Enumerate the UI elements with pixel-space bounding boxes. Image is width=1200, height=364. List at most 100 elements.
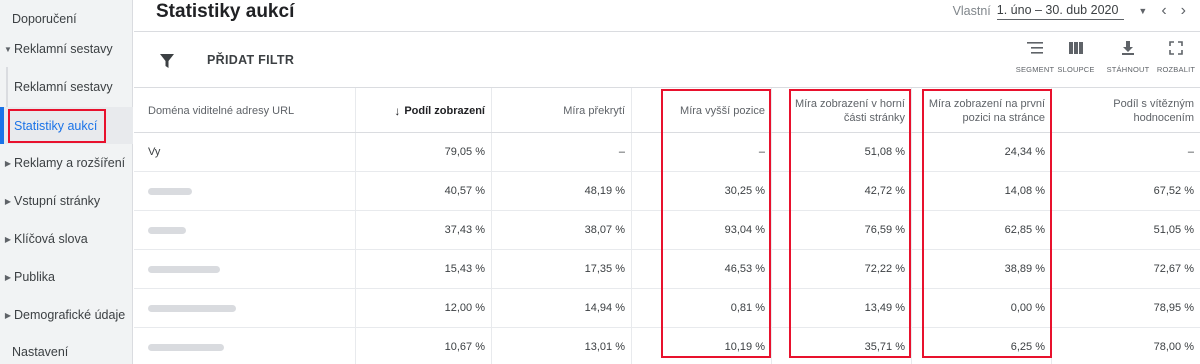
columns-button[interactable]: SLOUPCE [1051, 41, 1101, 74]
date-preset-label: Vlastní [952, 4, 991, 18]
page-header: Statistiky aukcí Vlastní 1. úno – 30. du… [134, 0, 1200, 32]
sidebar-item-demographics[interactable]: ▶ Demografické údaje [0, 296, 133, 334]
sidebar-item-label: Nastavení [12, 345, 69, 359]
expand-label: ROZBALIT [1156, 65, 1196, 74]
sidebar-item-landing-pages[interactable]: ▶ Vstupní stránky [0, 182, 133, 220]
blurred-domain [148, 304, 236, 312]
impression-share-cell: 37,43 % [444, 224, 485, 236]
sidebar-item-label: Publika [14, 270, 55, 284]
abs-top-rate-cell: 38,89 % [1004, 263, 1045, 275]
abs-top-rate-cell: 0,00 % [1010, 302, 1045, 314]
outranking-share-cell: 67,52 % [1153, 185, 1194, 197]
overlap-rate-cell: 14,94 % [584, 302, 625, 314]
position-above-rate-cell: 10,19 % [724, 341, 765, 353]
blurred-domain [148, 187, 192, 195]
sidebar-item-keywords[interactable]: ▶ Klíčová slova [0, 220, 133, 258]
table-toolbar: PŘIDAT FILTR SEGMENT SLOUPCE STÁHNOUT RO… [134, 33, 1200, 88]
domain-cell [134, 250, 355, 288]
top-of-page-rate-cell: 76,59 % [864, 224, 905, 236]
download-button[interactable]: STÁHNOUT [1103, 41, 1153, 74]
outranking-share-cell: – [1187, 146, 1194, 158]
position-above-rate-cell: 0,81 % [730, 302, 765, 314]
abs-top-rate-cell: 62,85 % [1004, 224, 1045, 236]
chevron-down-icon[interactable]: ▼ [1138, 6, 1147, 16]
download-label: STÁHNOUT [1106, 65, 1150, 74]
overlap-rate-cell: – [618, 146, 625, 158]
sidebar-item-label: Doporučení [12, 12, 77, 26]
expand-button[interactable]: ROZBALIT [1151, 41, 1200, 74]
columns-label: SLOUPCE [1057, 65, 1095, 74]
sidebar-item-label: Reklamní sestavy [14, 42, 113, 56]
blurred-domain [148, 226, 186, 234]
column-header-outranking-share[interactable]: Podíl s vítězným hodnocením [1051, 88, 1200, 133]
overlap-rate-cell: 17,35 % [584, 263, 625, 275]
chevron-left-icon[interactable]: ‹ [1161, 2, 1166, 20]
filter-icon[interactable] [160, 54, 174, 73]
sidebar-item-ads-extensions[interactable]: ▶ Reklamy a rozšíření [0, 144, 133, 182]
column-header-top-of-page-rate[interactable]: Míra zobrazení v horní části stránky [771, 88, 911, 133]
fullscreen-icon [1151, 41, 1200, 55]
expand-right-icon: ▶ [4, 158, 12, 168]
position-above-rate-cell: 30,25 % [724, 185, 765, 197]
table-row: 15,43 % 17,35 % 46,53 % 72,22 % 38,89 % … [134, 250, 1200, 289]
outranking-share-cell: 51,05 % [1153, 224, 1194, 236]
domain-cell: Vy [148, 146, 161, 158]
date-range-picker[interactable]: Vlastní 1. úno – 30. dub 2020 ▼ ‹ › [953, 2, 1186, 20]
column-header-position-above-rate[interactable]: Míra vyšší pozice [631, 88, 771, 133]
sidebar-item-audiences[interactable]: ▶ Publika [0, 258, 133, 296]
impression-share-cell: 79,05 % [444, 146, 485, 158]
sidebar-item-label: Reklamní sestavy [14, 80, 113, 94]
table-row: Vy 79,05 % – – 51,08 % 24,34 % – [134, 133, 1200, 172]
outranking-share-cell: 72,67 % [1153, 263, 1194, 275]
column-header-impression-share[interactable]: ↓ Podíl zobrazení [355, 88, 491, 133]
sidebar-item-label: Klíčová slova [14, 232, 88, 246]
outranking-share-cell: 78,95 % [1153, 302, 1194, 314]
impression-share-cell: 40,57 % [444, 185, 485, 197]
arrow-down-icon: ↓ [394, 103, 401, 118]
chevron-right-icon[interactable]: › [1181, 2, 1186, 20]
sidebar-item-label: Demografické údaje [14, 308, 126, 322]
abs-top-rate-cell: 24,34 % [1004, 146, 1045, 158]
expand-right-icon: ▶ [4, 272, 12, 282]
column-header-overlap-rate[interactable]: Míra překrytí [491, 88, 631, 133]
top-of-page-rate-cell: 13,49 % [864, 302, 905, 314]
sidebar-item-ad-groups-sub[interactable]: Reklamní sestavy [0, 68, 133, 106]
top-of-page-rate-cell: 72,22 % [864, 263, 905, 275]
domain-cell [134, 328, 355, 364]
date-range-value[interactable]: 1. úno – 30. dub 2020 [996, 3, 1125, 20]
expand-down-icon: ▼ [4, 44, 12, 54]
column-header-abs-top-rate[interactable]: Míra zobrazení na první pozici na stránc… [911, 88, 1051, 133]
expand-right-icon: ▶ [4, 234, 12, 244]
position-above-rate-cell: 93,04 % [724, 224, 765, 236]
impression-share-cell: 10,67 % [444, 341, 485, 353]
columns-icon [1051, 41, 1101, 55]
expand-right-icon: ▶ [4, 196, 12, 206]
top-of-page-rate-cell: 51,08 % [864, 146, 905, 158]
blurred-domain [148, 343, 224, 351]
expand-right-icon: ▶ [4, 310, 12, 320]
sidebar-item-label: Statistiky aukcí [14, 118, 98, 133]
table-header: Doména viditelné adresy URL ↓ Podíl zobra… [134, 88, 1200, 133]
download-icon [1103, 41, 1153, 55]
abs-top-rate-cell: 6,25 % [1010, 341, 1045, 353]
sidebar: Doporučení ▼ Reklamní sestavy Reklamní se… [0, 0, 133, 364]
domain-cell [134, 172, 355, 210]
page-title: Statistiky aukcí [156, 1, 295, 22]
top-of-page-rate-cell: 42,72 % [864, 185, 905, 197]
overlap-rate-cell: 13,01 % [584, 341, 625, 353]
sidebar-item-settings[interactable]: Nastavení [0, 333, 133, 364]
table-row: 37,43 % 38,07 % 93,04 % 76,59 % 62,85 % … [134, 211, 1200, 250]
impression-share-cell: 15,43 % [444, 263, 485, 275]
sidebar-item-ad-groups[interactable]: ▼ Reklamní sestavy [0, 30, 133, 68]
position-above-rate-cell: – [758, 146, 765, 158]
position-above-rate-cell: 46,53 % [724, 263, 765, 275]
table-row: 40,57 % 48,19 % 30,25 % 42,72 % 14,08 % … [134, 172, 1200, 211]
sidebar-item-auction-insights[interactable]: Statistiky aukcí [0, 107, 133, 144]
add-filter-button[interactable]: PŘIDAT FILTR [207, 53, 294, 67]
domain-cell [134, 211, 355, 249]
table-row: 10,67 % 13,01 % 10,19 % 35,71 % 6,25 % 7… [134, 328, 1200, 364]
column-header-domain[interactable]: Doména viditelné adresy URL [134, 88, 355, 133]
outranking-share-cell: 78,00 % [1153, 341, 1194, 353]
overlap-rate-cell: 48,19 % [584, 185, 625, 197]
sidebar-item-label: Vstupní stránky [14, 194, 101, 208]
